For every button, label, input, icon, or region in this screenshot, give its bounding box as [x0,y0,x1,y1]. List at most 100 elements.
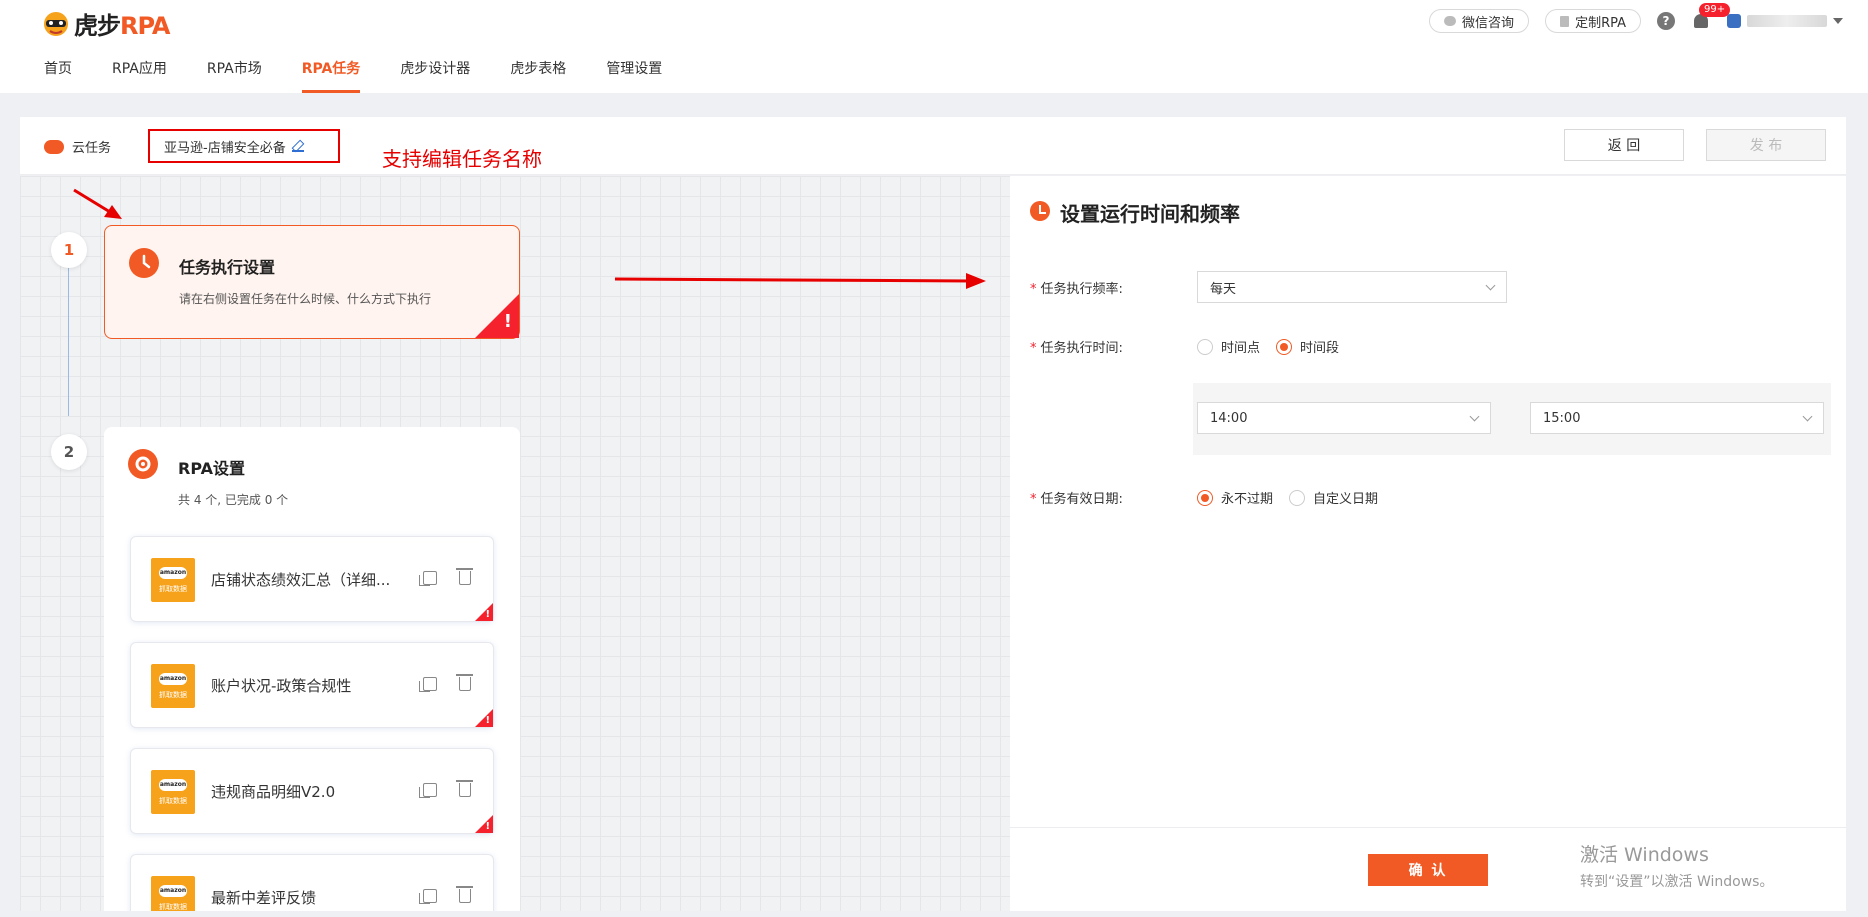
rpa-item[interactable]: amazon 抓取数据 店铺状态绩效汇总（详细... ! [130,536,494,622]
clock-icon [129,248,159,278]
flow-canvas: 1 任务执行设置 请在右侧设置任务在什么时候、什么方式下执行 ! 2 RPA设置… [20,176,1010,911]
notification-bell-icon[interactable]: 99+ [1691,3,1731,32]
rpa-item[interactable]: amazon 抓取数据 账户状况-政策合规性 ! [130,642,494,728]
back-button[interactable]: 返 回 [1564,129,1684,161]
radio-time-range-label: 时间段 [1300,341,1340,356]
step-connector [68,246,69,416]
step-subtitle: 共 4 个, 已完成 0 个 [178,493,289,507]
start-time-value: 14:00 [1210,410,1248,426]
nav-rpa-market[interactable]: RPA市场 [207,58,262,93]
rpa-item-title: 店铺状态绩效汇总（详细... [211,571,391,589]
warning-icon: ! [485,715,490,726]
time-label: * 任务执行时间: [1030,341,1123,356]
top-header: 虎步RPA 首页 RPA应用 RPA市场 RPA任务 虎步设计器 虎步表格 管理… [0,0,1868,93]
task-name-text: 亚马逊-店铺安全必备 [164,140,286,156]
user-menu[interactable] [1727,14,1843,28]
user-name-blurred [1747,15,1827,27]
rpa-item[interactable]: amazon 抓取数据 违规商品明细V2.0 ! [130,748,494,834]
tiger-logo-icon [44,11,68,36]
help-icon[interactable]: ? [1657,12,1675,30]
radio-time-point[interactable] [1197,338,1213,355]
warning-icon: ! [485,609,490,620]
cloud-task-label: 云任务 [72,141,112,156]
rpa-item-title: 最新中差评反馈 [211,889,317,907]
custom-rpa-button[interactable]: 定制RPA [1545,9,1641,33]
logo-brand-cn: 虎步 [74,12,121,40]
trash-icon[interactable] [456,780,473,797]
rpa-item-title: 违规商品明细V2.0 [211,783,336,801]
radio-custom-date-label: 自定义日期 [1313,492,1379,507]
wechat-consult-button[interactable]: 微信咨询 [1429,9,1530,33]
pencil-icon[interactable] [291,140,304,152]
publish-button[interactable]: 发 布 [1706,129,1826,161]
validity-radios: 永不过期 自定义日期 [1197,488,1378,507]
gear-icon [128,449,158,479]
warning-corner [475,815,493,833]
wechat-icon [1444,16,1457,26]
end-time-select[interactable]: 15:00 [1530,402,1824,434]
annotation-text: 支持编辑任务名称 [382,147,542,171]
freq-label: * 任务执行频率: [1030,282,1123,297]
copy-icon[interactable] [419,889,437,904]
chevron-down-icon [1469,411,1480,422]
amazon-logo-icon: amazon 抓取数据 [151,664,195,708]
step-title: 任务执行设置 [179,258,276,277]
nav-admin[interactable]: 管理设置 [606,58,662,93]
chevron-down-icon [1833,18,1843,24]
amazon-logo-icon: amazon 抓取数据 [151,770,195,814]
logo[interactable]: 虎步RPA [42,6,170,41]
valid-label: * 任务有效日期: [1030,492,1123,507]
chevron-down-icon [1802,411,1813,422]
panel-title: 设置运行时间和频率 [1060,202,1240,226]
confirm-button[interactable]: 确 认 [1368,854,1488,886]
step-card-task-settings[interactable]: 任务执行设置 请在右侧设置任务在什么时候、什么方式下执行 ! [104,225,520,339]
step-title: RPA设置 [178,459,245,478]
task-name-edit[interactable]: 亚马逊-店铺安全必备 [148,129,340,163]
header-actions: 微信咨询 定制RPA ? 99+ [1429,3,1843,33]
cloud-icon [44,139,64,154]
wechat-consult-label: 微信咨询 [1462,15,1515,31]
radio-time-point-label: 时间点 [1221,341,1261,356]
time-range-box: 14:00 至 15:00 [1193,383,1831,455]
windows-watermark: 激活 Windows 转到“设置”以激活 Windows。 [1580,840,1773,891]
radio-time-range[interactable] [1276,338,1293,355]
warning-corner [475,709,493,727]
logo-brand-en: RPA [120,12,170,40]
copy-icon[interactable] [419,571,437,586]
custom-rpa-label: 定制RPA [1575,15,1626,31]
document-icon [1560,15,1570,27]
radio-never-expire[interactable] [1197,489,1213,506]
amazon-logo-icon: amazon 抓取数据 [151,876,195,911]
radio-custom-date[interactable] [1289,489,1306,506]
nav-rpa-tasks[interactable]: RPA任务 [301,58,360,93]
frequency-select[interactable]: 每天 [1197,271,1507,303]
warning-corner [475,603,493,621]
nav-designer[interactable]: 虎步设计器 [400,58,470,93]
user-avatar [1727,14,1741,28]
main-nav: 首页 RPA应用 RPA市场 RPA任务 虎步设计器 虎步表格 管理设置 [44,58,702,93]
copy-icon[interactable] [419,677,437,692]
start-time-select[interactable]: 14:00 [1197,402,1491,434]
time-mode-radios: 时间点 时间段 [1197,337,1339,356]
watermark-line2: 转到“设置”以激活 Windows。 [1580,874,1774,890]
watermark-line1: 激活 Windows [1580,844,1709,866]
amazon-logo-icon: amazon 抓取数据 [151,558,195,602]
warning-corner [475,294,519,338]
rpa-item-title: 账户状况-政策合规性 [211,677,352,695]
trash-icon[interactable] [456,568,473,585]
notification-badge: 99+ [1699,3,1731,17]
nav-home[interactable]: 首页 [44,58,72,93]
nav-sheets[interactable]: 虎步表格 [510,58,566,93]
trash-icon[interactable] [456,886,473,903]
copy-icon[interactable] [419,783,437,798]
cloud-task-tag: 云任务 [44,137,111,156]
task-toolbar: 云任务 亚马逊-店铺安全必备 支持编辑任务名称 返 回 发 布 [20,117,1846,175]
step-number-1: 1 [51,232,87,268]
end-time-value: 15:00 [1543,410,1581,426]
trash-icon[interactable] [456,674,473,691]
nav-rpa-apps[interactable]: RPA应用 [112,58,167,93]
panel-footer-divider [1010,827,1846,828]
rpa-item[interactable]: amazon 抓取数据 最新中差评反馈 [130,854,494,911]
step-subtitle: 请在右侧设置任务在什么时候、什么方式下执行 [179,292,432,306]
warning-icon: ! [503,311,512,332]
